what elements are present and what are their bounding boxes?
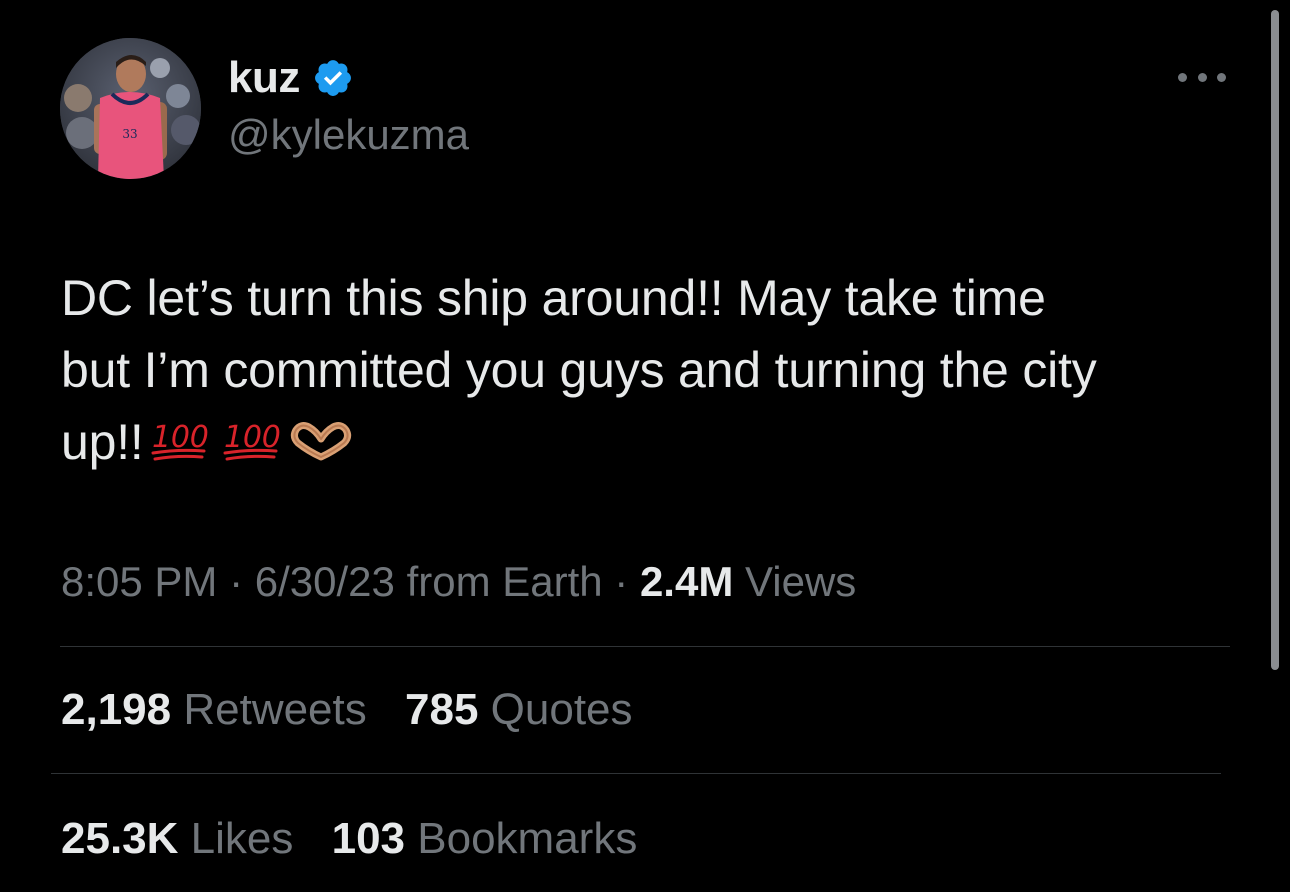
hundred-points-icon: 100 <box>223 420 280 461</box>
hundred-points-icon: 100 <box>151 420 208 461</box>
tweet-text-line: up!! 100 100 <box>61 406 1231 478</box>
more-options-icon[interactable] <box>1178 62 1226 92</box>
meta-separator: · <box>602 558 640 605</box>
tweet-time[interactable]: 8:05 PM <box>61 558 217 605</box>
views-count[interactable]: 2.4M <box>640 558 733 605</box>
engagement-stats-row: 25.3K Likes 103 Bookmarks <box>61 812 663 866</box>
avatar[interactable]: 33 <box>60 38 201 179</box>
quotes-stat[interactable]: 785 Quotes <box>405 683 633 737</box>
meta-separator: · <box>217 558 255 605</box>
more-dot <box>1217 72 1226 82</box>
tweet-text-fragment: up!! <box>61 414 144 470</box>
retweets-stat[interactable]: 2,198 Retweets <box>61 683 367 737</box>
retweets-label: Retweets <box>183 685 367 734</box>
more-dot <box>1197 72 1207 82</box>
tweet-source: from Earth <box>406 558 603 605</box>
retweets-count: 2,198 <box>61 685 172 734</box>
tweet-text: DC let’s turn this ship around!! May tak… <box>61 262 1231 478</box>
views-label[interactable]: Views <box>745 558 856 605</box>
author-handle[interactable]: @kylekuzma <box>228 114 469 156</box>
bookmarks-count: 103 <box>331 814 406 863</box>
quotes-label: Quotes <box>490 685 633 734</box>
engagement-stats-row: 2,198 Retweets 785 Quotes <box>61 683 659 737</box>
likes-label: Likes <box>190 814 294 863</box>
tweet-meta: 8:05 PM · 6/30/23 from Earth · 2.4M View… <box>61 556 856 608</box>
divider <box>51 773 1221 774</box>
bookmarks-stat[interactable]: 103 Bookmarks <box>332 812 638 866</box>
more-dot <box>1178 72 1187 82</box>
avatar-photo-icon: 33 <box>60 38 201 179</box>
tweet-text-line: DC let’s turn this ship around!! May tak… <box>61 270 1046 326</box>
tweet-text-line: but I’m committed you guys and turning t… <box>61 342 1097 398</box>
author-name-row[interactable]: kuz <box>228 52 354 104</box>
scrollbar[interactable] <box>1271 10 1279 670</box>
display-name[interactable]: kuz <box>228 56 300 100</box>
tweet-date[interactable]: 6/30/23 <box>255 558 395 605</box>
svg-text:33: 33 <box>122 127 137 141</box>
bookmarks-label: Bookmarks <box>417 814 638 863</box>
heart-hands-icon <box>290 422 351 461</box>
likes-count: 25.3K <box>61 814 179 863</box>
quotes-count: 785 <box>405 685 479 734</box>
likes-stat[interactable]: 25.3K Likes <box>61 812 293 866</box>
verified-badge-icon <box>314 60 351 96</box>
divider <box>60 646 1230 647</box>
